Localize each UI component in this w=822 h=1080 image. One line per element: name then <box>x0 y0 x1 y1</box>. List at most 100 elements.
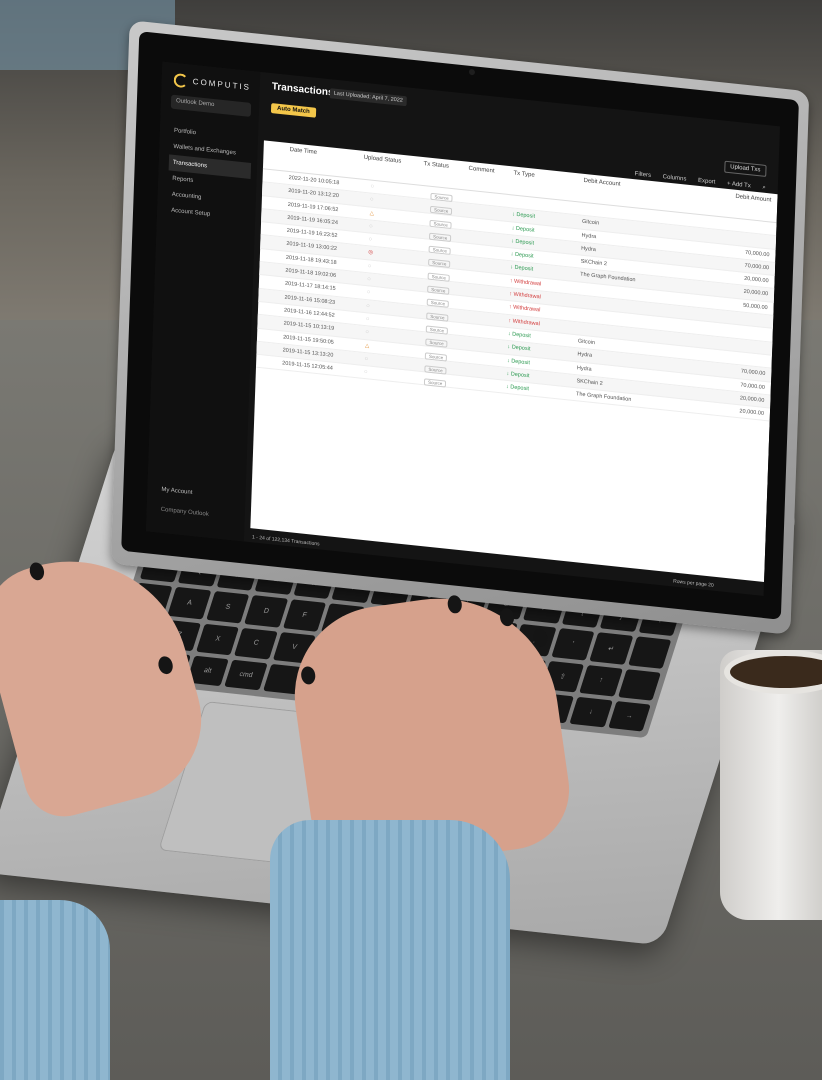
upload-status-icon: ◌ <box>370 196 374 204</box>
transactions-table: Date Time Upload Status Tx Status Commen… <box>250 140 778 583</box>
cell-date: 2019-11-15 12:05:44 <box>282 360 333 372</box>
cell-debit-amount: 50,000.00 <box>743 302 768 311</box>
cell-debit-account: The Graph Foundation <box>575 391 632 404</box>
col-comment[interactable]: Comment <box>468 166 494 175</box>
cell-date: 2019-11-19 13:00:22 <box>286 241 338 253</box>
keyboard-key[interactable]: ↓ <box>569 696 613 728</box>
cell-tx-type: ↑ Withdrawal <box>509 277 542 288</box>
brand-logo: COMPUTIS <box>173 72 252 95</box>
cell-date: 2019-11-15 19:50:05 <box>283 334 334 346</box>
keyboard-key[interactable] <box>627 636 672 669</box>
cell-debit-amount: 20,000.00 <box>739 408 765 418</box>
cell-debit-amount: 20,000.00 <box>743 275 769 285</box>
upload-txs-button[interactable]: Upload Txs <box>723 160 767 177</box>
keyboard-key[interactable] <box>617 668 661 701</box>
upload-status-icon: ◌ <box>364 369 368 376</box>
cell-date: 2019-11-16 15:08:23 <box>284 294 336 306</box>
screen-bezel: COMPUTIS Outlook Demo Portfolio Wallets … <box>121 31 799 620</box>
cell-debit-account: Gitcoin <box>581 219 600 227</box>
source-badge-label: Source <box>423 378 447 388</box>
sidebar-nav: Portfolio Wallets and Exchanges Transact… <box>167 123 252 227</box>
keyboard-key[interactable]: cmd <box>224 659 268 691</box>
nail <box>300 665 317 686</box>
cell-tx-type: ↓ Deposit <box>511 211 536 221</box>
cell-tx-type: ↑ Withdrawal <box>509 291 541 301</box>
rows-per-page[interactable]: Rows per page 20 <box>673 579 714 589</box>
keyboard-key[interactable]: X <box>195 623 240 656</box>
upload-status-icon: ◌ <box>365 316 370 323</box>
upload-status-icon: ◌ <box>367 276 371 283</box>
cell-date: 2019-11-17 18:14:15 <box>284 281 336 293</box>
col-debit-amount[interactable]: Debit Amount <box>735 194 771 204</box>
cell-tx-type: ↓ Deposit <box>507 331 531 340</box>
cell-tx-type: ↓ Deposit <box>506 357 531 366</box>
upload-status-icon: ◌ <box>366 302 370 310</box>
keyboard-key[interactable]: ↵ <box>589 632 633 665</box>
laptop-screen: COMPUTIS Outlook Demo Portfolio Wallets … <box>145 61 780 596</box>
last-uploaded-badge: Last Uploaded: April 7, 2022 <box>329 88 408 107</box>
col-debit-account[interactable]: Debit Account <box>583 178 620 188</box>
cell-debit-amount: 20,000.00 <box>743 289 769 298</box>
pagination-count: 1 - 24 of 122,134 Transactions <box>251 534 320 548</box>
upload-status-icon: ◌ <box>367 263 372 270</box>
keyboard-key[interactable]: C <box>234 627 278 660</box>
upload-status-icon: ◌ <box>364 355 368 363</box>
keyboard-key[interactable]: A <box>167 587 212 620</box>
keyboard-key[interactable]: D <box>244 595 288 628</box>
cell-date: 2019-11-15 10:13:19 <box>283 320 335 333</box>
upload-status-icon: ◌ <box>368 236 373 243</box>
org-selector[interactable]: Outlook Demo <box>170 94 252 117</box>
cell-debit-account: Hydra <box>581 245 596 254</box>
company-label: Company Outlook <box>160 506 209 518</box>
coffee <box>730 656 822 688</box>
cell-debit-account: Hydra <box>576 364 592 373</box>
cell-tx-type: ↓ Deposit <box>510 251 534 260</box>
cell-date: 2019-11-19 17:06:52 <box>287 201 339 213</box>
brand-name: COMPUTIS <box>192 76 252 93</box>
cell-tx-type: ↓ Deposit <box>506 370 530 380</box>
col-tx-type[interactable]: Tx Type <box>513 171 534 179</box>
keyboard-key[interactable]: → <box>607 700 651 732</box>
cell-tx-type: ↓ Deposit <box>511 238 535 247</box>
upload-status-icon: ◎ <box>368 249 374 257</box>
cell-debit-amount: 20,000.00 <box>739 395 765 404</box>
cell-debit-account: Gitcoin <box>577 338 596 347</box>
add-tx-button[interactable]: + Add Tx <box>727 181 751 189</box>
nail <box>27 560 46 582</box>
cell-date: 2019-11-16 12:44:52 <box>283 307 335 319</box>
cell-debit-amount: 70,000.00 <box>740 368 766 378</box>
cell-date: 2019-11-19 16:05:24 <box>287 214 339 227</box>
my-account-link[interactable]: My Account <box>161 487 192 496</box>
cell-debit-amount: 70,000.00 <box>744 262 770 272</box>
columns-button[interactable]: Columns <box>663 174 687 182</box>
cell-date: 2019-11-19 16:23:52 <box>286 227 338 240</box>
upload-status-icon: ◌ <box>366 289 371 296</box>
cell-date: 2019-11-15 13:13:20 <box>282 347 334 359</box>
keyboard-key[interactable]: S <box>206 591 250 624</box>
camera-icon <box>468 68 476 76</box>
cell-debit-amount: 70,000.00 <box>740 381 765 391</box>
keyboard-key[interactable]: F <box>282 599 327 632</box>
col-tx-status[interactable]: Tx Status <box>423 161 449 170</box>
col-date[interactable]: Date Time <box>290 147 318 156</box>
cell-date: 2019-11-18 19:43:18 <box>285 254 337 266</box>
cell-debit-account: SKChain 2 <box>576 378 603 387</box>
nail <box>156 654 175 676</box>
upload-status-icon: △ <box>369 210 375 217</box>
sidebar: COMPUTIS Outlook Demo Portfolio Wallets … <box>145 61 261 542</box>
keyboard-key[interactable]: ↑ <box>579 664 623 697</box>
sweater-sleeve-left <box>0 900 110 1080</box>
col-upload-status[interactable]: Upload Status <box>364 155 402 165</box>
upload-status-icon: ◌ <box>369 223 373 230</box>
cell-date: 2019-11-18 19:02:06 <box>285 267 337 280</box>
filters-button[interactable]: Filters <box>635 171 652 179</box>
cell-date: 2019-11-20 13:12:20 <box>288 188 339 200</box>
export-button[interactable]: Export <box>698 178 716 186</box>
sweater-sleeve-right <box>270 820 510 1080</box>
photo-scene: escF1F2F3F4F5F6F7F8F9F10F11F12⏻`12345678… <box>0 0 822 1080</box>
cell-debit-amount: 70,000.00 <box>744 249 770 258</box>
keyboard-key[interactable]: ' <box>551 628 595 661</box>
auto-match-button[interactable]: Auto Match <box>270 103 316 118</box>
search-icon[interactable]: ⌕ <box>762 185 766 191</box>
cell-tx-type: ↑ Withdrawal <box>508 304 541 314</box>
